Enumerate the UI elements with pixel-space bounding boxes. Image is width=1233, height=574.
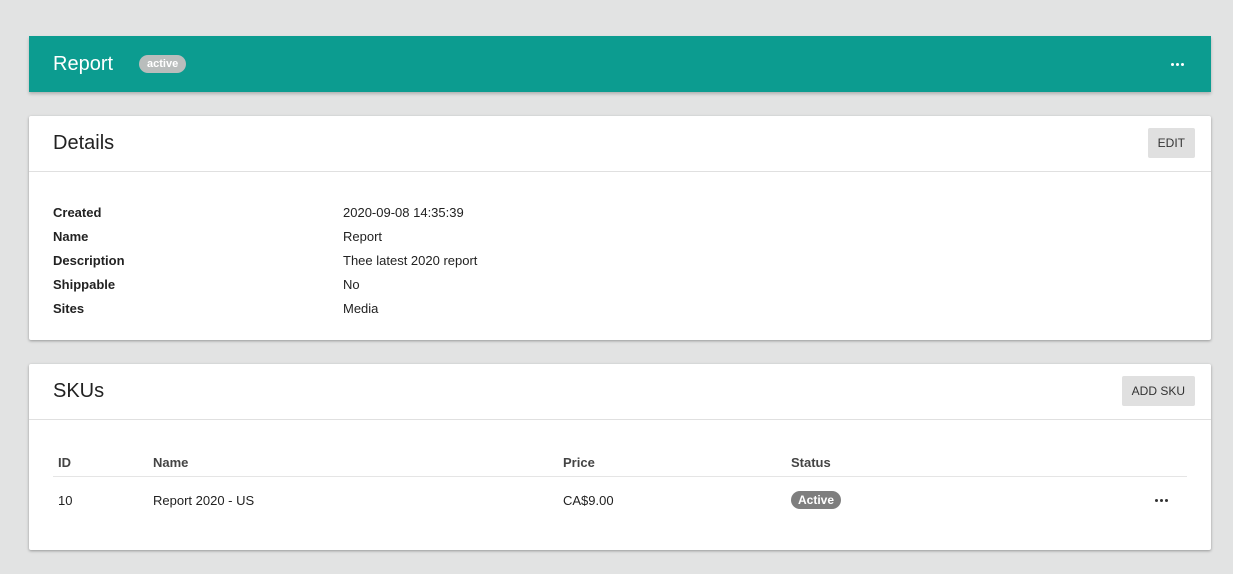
detail-row-shippable: Shippable No	[53, 272, 1187, 296]
app-header: Report active	[29, 36, 1211, 92]
detail-label: Description	[53, 252, 125, 268]
detail-value: Thee latest 2020 report	[343, 252, 478, 268]
details-list: Created 2020-09-08 14:35:39 Name Report …	[29, 172, 1211, 320]
detail-label: Shippable	[53, 276, 116, 292]
table-header: ID Name Price Status	[53, 448, 1187, 477]
sku-price: CA$9.00	[563, 492, 614, 508]
header-more-button[interactable]	[1167, 54, 1187, 74]
column-header-id[interactable]: ID	[53, 455, 153, 470]
more-horizontal-icon	[1170, 62, 1184, 66]
detail-row-name: Name Report	[53, 224, 1187, 248]
sku-status-badge: Active	[791, 491, 842, 509]
detail-value: Report	[343, 228, 383, 244]
column-header-status[interactable]: Status	[791, 455, 1091, 470]
edit-button[interactable]: EDIT	[1147, 128, 1195, 158]
skus-header: SKUs ADD SKU	[29, 364, 1211, 420]
detail-label: Created	[53, 204, 102, 220]
detail-label: Sites	[53, 300, 85, 316]
detail-row-sites: Sites Media	[53, 296, 1187, 320]
details-title: Details	[53, 132, 115, 154]
skus-card: SKUs ADD SKU ID Name Price Status 10 Rep…	[29, 364, 1211, 550]
skus-title: SKUs	[53, 380, 105, 402]
details-card: Details EDIT Created 2020-09-08 14:35:39…	[29, 116, 1211, 340]
detail-value: Media	[343, 300, 379, 316]
detail-row-description: Description Thee latest 2020 report	[53, 248, 1187, 272]
detail-label: Name	[53, 228, 89, 244]
add-sku-button[interactable]: ADD SKU	[1121, 376, 1195, 406]
sku-id: 10	[58, 492, 73, 508]
column-header-price[interactable]: Price	[563, 455, 791, 470]
detail-value: No	[343, 276, 360, 292]
sku-status-cell: Active	[791, 491, 1091, 509]
page-title: Report	[53, 52, 114, 75]
sku-name: Report 2020 - US	[153, 492, 255, 508]
skus-table: ID Name Price Status 10 Report 2020 - US…	[53, 448, 1187, 523]
detail-row-created: Created 2020-09-08 14:35:39	[53, 200, 1187, 224]
column-header-name[interactable]: Name	[153, 455, 563, 470]
status-badge: active	[139, 55, 187, 73]
table-row[interactable]: 10 Report 2020 - US CA$9.00 Active	[53, 477, 1187, 523]
detail-value: 2020-09-08 14:35:39	[343, 204, 464, 220]
more-horizontal-icon	[1154, 498, 1168, 502]
details-header: Details EDIT	[29, 116, 1211, 172]
row-more-button[interactable]	[1151, 490, 1171, 510]
